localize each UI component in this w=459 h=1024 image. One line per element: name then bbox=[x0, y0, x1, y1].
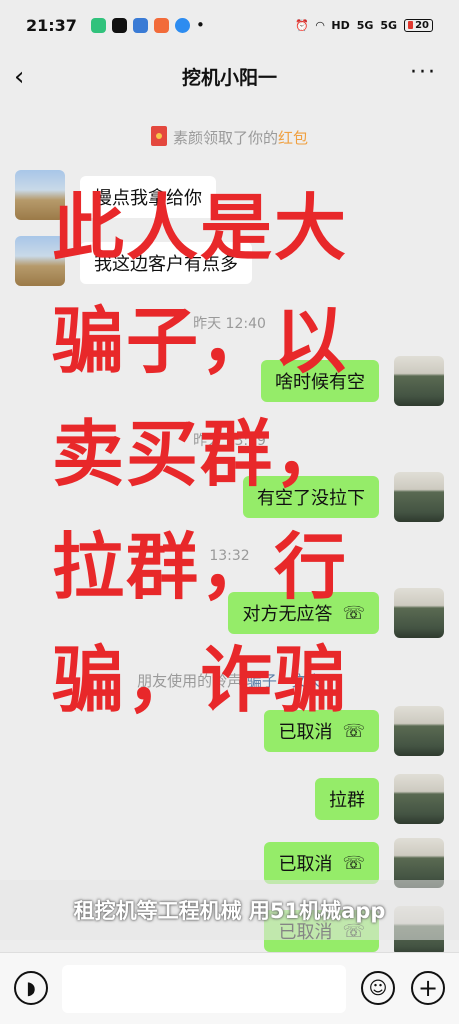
my-avatar[interactable] bbox=[394, 706, 444, 756]
signal-label-2: 5G bbox=[380, 18, 398, 32]
red-packet-notice: 素颜领取了你的红包 bbox=[0, 126, 459, 148]
chevron-left-icon[interactable]: ‹ bbox=[14, 62, 24, 92]
wifi-icon: ◠ bbox=[315, 18, 325, 32]
timestamp: 昨天 13:39 bbox=[193, 433, 266, 449]
chat-title: 挖机小阳一 bbox=[181, 66, 277, 89]
call-bubble-out[interactable]: 对方无应答 ☏ bbox=[228, 592, 379, 634]
input-bar: ◗ ☺ + bbox=[0, 952, 459, 1024]
call-bubble-out[interactable]: 已取消☏ bbox=[264, 710, 379, 752]
message-bubble-in[interactable]: 慢点我拿给你 bbox=[80, 176, 216, 218]
my-avatar[interactable] bbox=[394, 356, 444, 406]
system-status: ⏰ ◠ HD 5G 5G 20 bbox=[295, 18, 433, 32]
hangup-icon: ☏ bbox=[342, 852, 365, 874]
tiktok-icon bbox=[111, 17, 127, 33]
hangup-icon: ☏ bbox=[342, 602, 365, 624]
avatar[interactable] bbox=[15, 236, 65, 286]
timestamp: 昨天 12:40 bbox=[193, 316, 266, 332]
hd-label: HD bbox=[331, 18, 350, 32]
message-bubble-out[interactable]: 有空了没拉下 bbox=[243, 476, 379, 518]
chat-header: ‹ 挖机小阳一 ··· bbox=[0, 50, 459, 102]
call-bubble-out[interactable]: 已取消☏ bbox=[264, 842, 379, 884]
message-input[interactable] bbox=[62, 965, 346, 1013]
red-packet-link[interactable]: 红包 bbox=[278, 129, 308, 147]
more-notifications-dot-icon: • bbox=[195, 16, 205, 34]
battery-icon: 20 bbox=[404, 18, 433, 32]
my-avatar[interactable] bbox=[394, 588, 444, 638]
baidu-icon bbox=[132, 17, 148, 33]
my-avatar[interactable] bbox=[394, 774, 444, 824]
notification-icons: • bbox=[90, 16, 205, 34]
avatar[interactable] bbox=[15, 170, 65, 220]
my-avatar[interactable] bbox=[394, 472, 444, 522]
emoji-icon[interactable]: ☺ bbox=[361, 971, 395, 1005]
ringtone-link[interactable]: 骗子 - 文夫 bbox=[247, 672, 322, 690]
plus-icon[interactable]: + bbox=[411, 971, 445, 1005]
message-bubble-out[interactable]: 拉群 bbox=[315, 778, 379, 820]
app-notification-icon bbox=[153, 17, 169, 33]
app-notification-icon bbox=[90, 17, 106, 33]
hangup-icon: ☏ bbox=[342, 720, 365, 742]
message-bubble-in[interactable]: 我这边客户有点多 bbox=[80, 242, 252, 284]
message-bubble-out[interactable]: 啥时候有空 bbox=[261, 360, 379, 402]
voice-icon[interactable]: ◗ bbox=[14, 971, 48, 1005]
red-packet-icon bbox=[150, 126, 167, 146]
more-dots-icon[interactable]: ··· bbox=[410, 60, 437, 85]
status-bar: 21:37 • ⏰ ◠ HD 5G 5G 20 bbox=[0, 0, 459, 50]
ringtone-notice: 朋友使用的铃声 骗子 - 文夫 bbox=[137, 672, 322, 690]
alarm-icon: ⏰ bbox=[295, 18, 309, 32]
watermark-banner: 租挖机等工程机械 用51机械app bbox=[0, 880, 459, 940]
timestamp: 13:32 bbox=[209, 548, 250, 564]
signal-label-1: 5G bbox=[356, 18, 374, 32]
app-notification-icon bbox=[174, 17, 190, 33]
clock: 21:37 bbox=[26, 15, 77, 35]
